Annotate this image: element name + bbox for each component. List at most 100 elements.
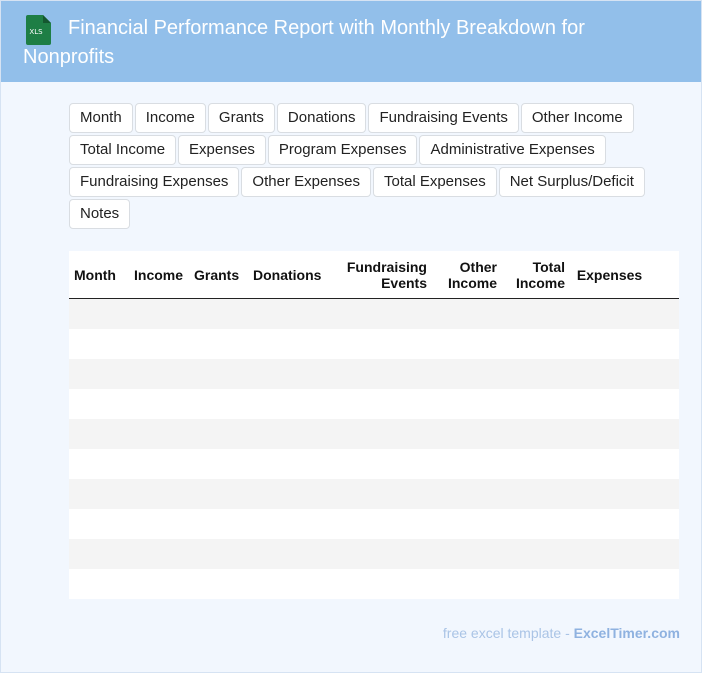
table-cell[interactable] xyxy=(570,538,649,569)
table-cell[interactable] xyxy=(328,418,432,449)
table-cell[interactable] xyxy=(432,328,502,359)
column-header[interactable]: Month xyxy=(69,251,129,299)
table-cell[interactable] xyxy=(432,418,502,449)
table-cell[interactable] xyxy=(570,418,649,449)
column-header[interactable]: ProgramExpenses xyxy=(649,251,679,299)
table-cell[interactable] xyxy=(129,538,189,569)
table-cell[interactable] xyxy=(189,388,248,419)
column-chip[interactable]: Donations xyxy=(276,103,367,133)
table-cell[interactable] xyxy=(502,298,570,329)
column-chip[interactable]: Fundraising Expenses xyxy=(69,167,240,197)
column-chip[interactable]: Income xyxy=(134,103,206,133)
table-cell[interactable] xyxy=(649,568,679,599)
column-chip[interactable]: Program Expenses xyxy=(267,135,418,165)
column-header[interactable]: Total Income xyxy=(502,251,570,299)
footer-brand-link[interactable]: ExcelTimer.com xyxy=(574,625,680,641)
column-header[interactable]: Grants xyxy=(189,251,248,299)
table-cell[interactable] xyxy=(69,508,129,539)
column-chip[interactable]: Grants xyxy=(207,103,275,133)
table-cell[interactable] xyxy=(129,328,189,359)
table-cell[interactable] xyxy=(502,388,570,419)
column-chip[interactable]: Expenses xyxy=(178,135,266,165)
column-chip[interactable]: Total Income xyxy=(69,135,177,165)
table-cell[interactable] xyxy=(649,358,679,389)
table-cell[interactable] xyxy=(248,568,328,599)
table-cell[interactable] xyxy=(69,298,129,329)
column-chip[interactable]: Month xyxy=(69,103,133,133)
table-cell[interactable] xyxy=(649,388,679,419)
table-cell[interactable] xyxy=(129,568,189,599)
table-cell[interactable] xyxy=(69,568,129,599)
table-cell[interactable] xyxy=(570,298,649,329)
table-cell[interactable] xyxy=(248,298,328,329)
column-header[interactable]: Expenses xyxy=(570,251,649,299)
table-cell[interactable] xyxy=(129,478,189,509)
table-cell[interactable] xyxy=(649,328,679,359)
table-cell[interactable] xyxy=(570,508,649,539)
table-cell[interactable] xyxy=(328,538,432,569)
table-cell[interactable] xyxy=(570,568,649,599)
table-cell[interactable] xyxy=(248,358,328,389)
column-chip[interactable]: Net Surplus/Deficit xyxy=(498,167,645,197)
column-chip[interactable]: Other Income xyxy=(520,103,634,133)
table-cell[interactable] xyxy=(649,478,679,509)
table-cell[interactable] xyxy=(432,358,502,389)
table-cell[interactable] xyxy=(248,388,328,419)
table-cell[interactable] xyxy=(328,568,432,599)
table-cell[interactable] xyxy=(129,298,189,329)
table-cell[interactable] xyxy=(129,388,189,419)
table-cell[interactable] xyxy=(248,448,328,479)
table-cell[interactable] xyxy=(432,478,502,509)
table-cell[interactable] xyxy=(69,538,129,569)
table-cell[interactable] xyxy=(189,298,248,329)
table-cell[interactable] xyxy=(69,478,129,509)
table-cell[interactable] xyxy=(69,448,129,479)
table-cell[interactable] xyxy=(69,418,129,449)
table-cell[interactable] xyxy=(570,328,649,359)
column-header[interactable]: Donations xyxy=(248,251,328,299)
table-cell[interactable] xyxy=(502,418,570,449)
table-cell[interactable] xyxy=(129,448,189,479)
column-chip[interactable]: Administrative Expenses xyxy=(419,135,606,165)
table-cell[interactable] xyxy=(248,328,328,359)
table-cell[interactable] xyxy=(502,538,570,569)
table-cell[interactable] xyxy=(189,358,248,389)
table-cell[interactable] xyxy=(502,568,570,599)
table-cell[interactable] xyxy=(502,448,570,479)
table-cell[interactable] xyxy=(570,448,649,479)
table-cell[interactable] xyxy=(189,478,248,509)
table-cell[interactable] xyxy=(189,538,248,569)
column-header[interactable]: Fundraising Events xyxy=(328,251,432,299)
table-cell[interactable] xyxy=(69,388,129,419)
table-cell[interactable] xyxy=(432,388,502,419)
column-chip[interactable]: Total Expenses xyxy=(372,167,497,197)
column-header[interactable]: Other Income xyxy=(432,251,502,299)
table-cell[interactable] xyxy=(570,478,649,509)
table-cell[interactable] xyxy=(129,508,189,539)
table-cell[interactable] xyxy=(328,508,432,539)
table-cell[interactable] xyxy=(570,358,649,389)
table-cell[interactable] xyxy=(328,298,432,329)
table-cell[interactable] xyxy=(502,358,570,389)
table-cell[interactable] xyxy=(189,508,248,539)
table-cell[interactable] xyxy=(502,478,570,509)
table-cell[interactable] xyxy=(189,328,248,359)
data-table-container[interactable]: Month Income Grants Donations Fundraising Eve… xyxy=(69,251,679,599)
table-cell[interactable] xyxy=(328,358,432,389)
table-cell[interactable] xyxy=(328,328,432,359)
table-cell[interactable] xyxy=(432,568,502,599)
table-cell[interactable] xyxy=(432,508,502,539)
table-cell[interactable] xyxy=(189,418,248,449)
table-cell[interactable] xyxy=(69,358,129,389)
table-cell[interactable] xyxy=(328,388,432,419)
column-chip[interactable]: Notes xyxy=(69,199,131,229)
table-cell[interactable] xyxy=(129,418,189,449)
table-cell[interactable] xyxy=(432,448,502,479)
table-cell[interactable] xyxy=(328,448,432,479)
table-cell[interactable] xyxy=(502,328,570,359)
table-cell[interactable] xyxy=(570,388,649,419)
table-cell[interactable] xyxy=(649,418,679,449)
table-cell[interactable] xyxy=(129,358,189,389)
table-cell[interactable] xyxy=(328,478,432,509)
table-cell[interactable] xyxy=(248,508,328,539)
